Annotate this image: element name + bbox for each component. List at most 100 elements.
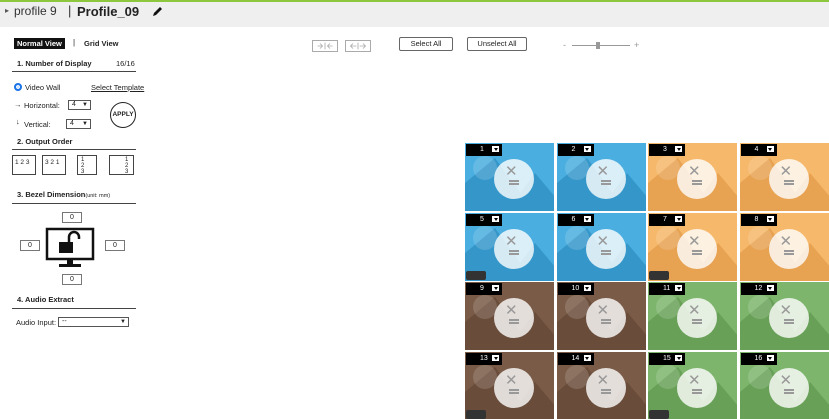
view-separator: | xyxy=(73,38,76,47)
no-signal-indicator: ✕ xyxy=(585,228,626,269)
screen-dropdown-button[interactable] xyxy=(491,353,500,362)
order-option-right-to-left[interactable]: 3 2 1 xyxy=(42,155,66,175)
screen-dropdown-button[interactable] xyxy=(491,145,500,153)
screen-dropdown-button[interactable] xyxy=(674,214,683,223)
section-number-of-display-title: 1. Number of Display xyxy=(17,59,92,68)
audio-input-select[interactable]: -- ▼ xyxy=(58,317,129,327)
close-icon: ✕ xyxy=(596,371,610,389)
equals-icon xyxy=(692,322,702,324)
no-signal-indicator: ✕ xyxy=(677,159,717,199)
screen-dropdown-button[interactable] xyxy=(582,284,592,292)
order-option-top-down-left[interactable]: 1 2 3 xyxy=(77,155,97,175)
equals-icon xyxy=(509,322,519,324)
pencil-icon[interactable] xyxy=(150,5,164,19)
zoom-slider-thumb[interactable] xyxy=(596,42,601,49)
horizontal-value: 4 xyxy=(72,101,76,108)
vertical-select[interactable]: 4 ▼ xyxy=(66,119,91,129)
screen-dropdown-button[interactable] xyxy=(582,145,592,153)
equals-icon xyxy=(783,322,794,324)
section-bezel-dimension-title: 3. Bezel Dimension(unit: mm) xyxy=(17,190,111,199)
screen-tile[interactable]: 12 ✕ xyxy=(738,281,829,351)
expand-horizontal-icon[interactable] xyxy=(312,40,338,52)
header-separator: | xyxy=(68,3,72,18)
audio-output-icon xyxy=(649,270,669,280)
unselect-all-button[interactable]: Unselect All xyxy=(467,37,527,51)
screen-tile[interactable]: 3 ✕ xyxy=(647,142,738,212)
profile-name: Profile_09 xyxy=(77,4,140,19)
close-icon: ✕ xyxy=(779,232,793,250)
screen-dropdown-button[interactable] xyxy=(765,284,775,292)
audio-input-label: Audio Input: xyxy=(16,318,57,327)
no-signal-indicator: ✕ xyxy=(494,228,534,269)
bezel-bottom-input[interactable]: 0 xyxy=(62,274,82,285)
screen-tile[interactable]: 4 ✕ xyxy=(738,142,829,212)
screen-dropdown-button[interactable] xyxy=(674,353,683,362)
order-option-left-to-right[interactable]: 1 2 3 xyxy=(12,155,36,175)
close-icon: ✕ xyxy=(596,302,610,319)
chevron-down-icon: ▼ xyxy=(82,121,88,127)
no-signal-indicator: ✕ xyxy=(494,367,534,408)
video-wall-radio[interactable] xyxy=(14,83,22,91)
screen-dropdown-button[interactable] xyxy=(674,145,683,153)
screen-tile[interactable]: 8 ✕ xyxy=(738,211,829,282)
section-audio-extract-title: 4. Audio Extract xyxy=(17,295,74,304)
screen-dropdown-button[interactable] xyxy=(765,214,775,223)
screen-dropdown-button[interactable] xyxy=(674,284,683,292)
collapse-horizontal-icon[interactable] xyxy=(345,40,371,52)
order-option-top-down-right[interactable]: 1 2 3 xyxy=(109,155,134,175)
screen-dropdown-button[interactable] xyxy=(491,284,500,292)
screen-dropdown-button[interactable] xyxy=(582,214,592,223)
screen-tile[interactable]: 10 ✕ xyxy=(555,281,647,351)
screen-dropdown-button[interactable] xyxy=(491,214,500,223)
close-icon: ✕ xyxy=(688,371,701,389)
section-divider xyxy=(12,203,136,204)
audio-output-icon xyxy=(649,409,669,419)
screen-tile[interactable]: 6 ✕ xyxy=(555,211,647,282)
close-icon: ✕ xyxy=(596,163,610,180)
close-icon: ✕ xyxy=(688,302,701,319)
close-icon: ✕ xyxy=(779,371,793,389)
screen-tile[interactable]: 2 ✕ xyxy=(555,142,647,212)
select-template-link[interactable]: Select Template xyxy=(91,83,144,92)
horizontal-select[interactable]: 4 ▼ xyxy=(68,100,91,110)
zoom-out-button[interactable]: - xyxy=(563,40,566,50)
screen-tile[interactable]: 13 ✕ xyxy=(464,350,555,419)
bezel-right-input[interactable]: 0 xyxy=(105,240,125,251)
bezel-top-input[interactable]: 0 xyxy=(62,212,82,223)
screen-dropdown-button[interactable] xyxy=(765,145,775,153)
video-wall-grid: 1 ✕ 2 ✕ 3 ✕ 4 ✕ 5 ✕ 6 ✕ 7 ✕ 8 ✕ 9 ✕ 10 ✕ 11 ✕ 12 ✕ 13 ✕ 14 ✕ 15 ✕ 16 ✕ xyxy=(464,142,829,419)
grid-view-button[interactable]: Grid View xyxy=(84,38,118,49)
equals-icon xyxy=(600,183,611,185)
select-all-button[interactable]: Select All xyxy=(399,37,453,51)
screen-tile[interactable]: 11 ✕ xyxy=(647,281,738,351)
audio-output-icon xyxy=(466,409,486,419)
audio-output-icon xyxy=(466,270,486,280)
chevron-down-icon: ▼ xyxy=(120,319,126,325)
screen-tile[interactable]: 9 ✕ xyxy=(464,281,555,351)
no-signal-indicator: ✕ xyxy=(768,159,809,199)
no-signal-indicator: ✕ xyxy=(494,159,534,199)
screen-dropdown-button[interactable] xyxy=(765,353,775,362)
normal-view-button[interactable]: Normal View xyxy=(14,38,65,49)
no-signal-indicator: ✕ xyxy=(585,367,626,408)
expand-arrow-icon[interactable]: ▸ xyxy=(5,6,9,15)
screen-tile[interactable]: 16 ✕ xyxy=(738,350,829,419)
equals-icon xyxy=(509,391,519,394)
equals-icon xyxy=(600,391,611,394)
zoom-slider-track[interactable] xyxy=(572,45,630,46)
zoom-in-button[interactable]: + xyxy=(634,40,639,50)
screen-tile[interactable]: 14 ✕ xyxy=(555,350,647,419)
bezel-left-input[interactable]: 0 xyxy=(20,240,40,251)
horizontal-arrow-icon: → xyxy=(14,100,22,109)
apply-button[interactable]: APPLY xyxy=(110,102,136,128)
screen-tile[interactable]: 15 ✕ xyxy=(647,350,738,419)
chevron-down-icon: ▼ xyxy=(82,102,88,108)
screen-tile[interactable]: 7 ✕ xyxy=(647,211,738,282)
close-icon: ✕ xyxy=(688,163,701,180)
screen-tile[interactable]: 1 ✕ xyxy=(464,142,555,212)
screen-tile[interactable]: 5 ✕ xyxy=(464,211,555,282)
close-icon: ✕ xyxy=(779,163,793,180)
equals-icon xyxy=(783,183,794,185)
screen-dropdown-button[interactable] xyxy=(582,353,592,362)
section-divider xyxy=(12,71,136,72)
